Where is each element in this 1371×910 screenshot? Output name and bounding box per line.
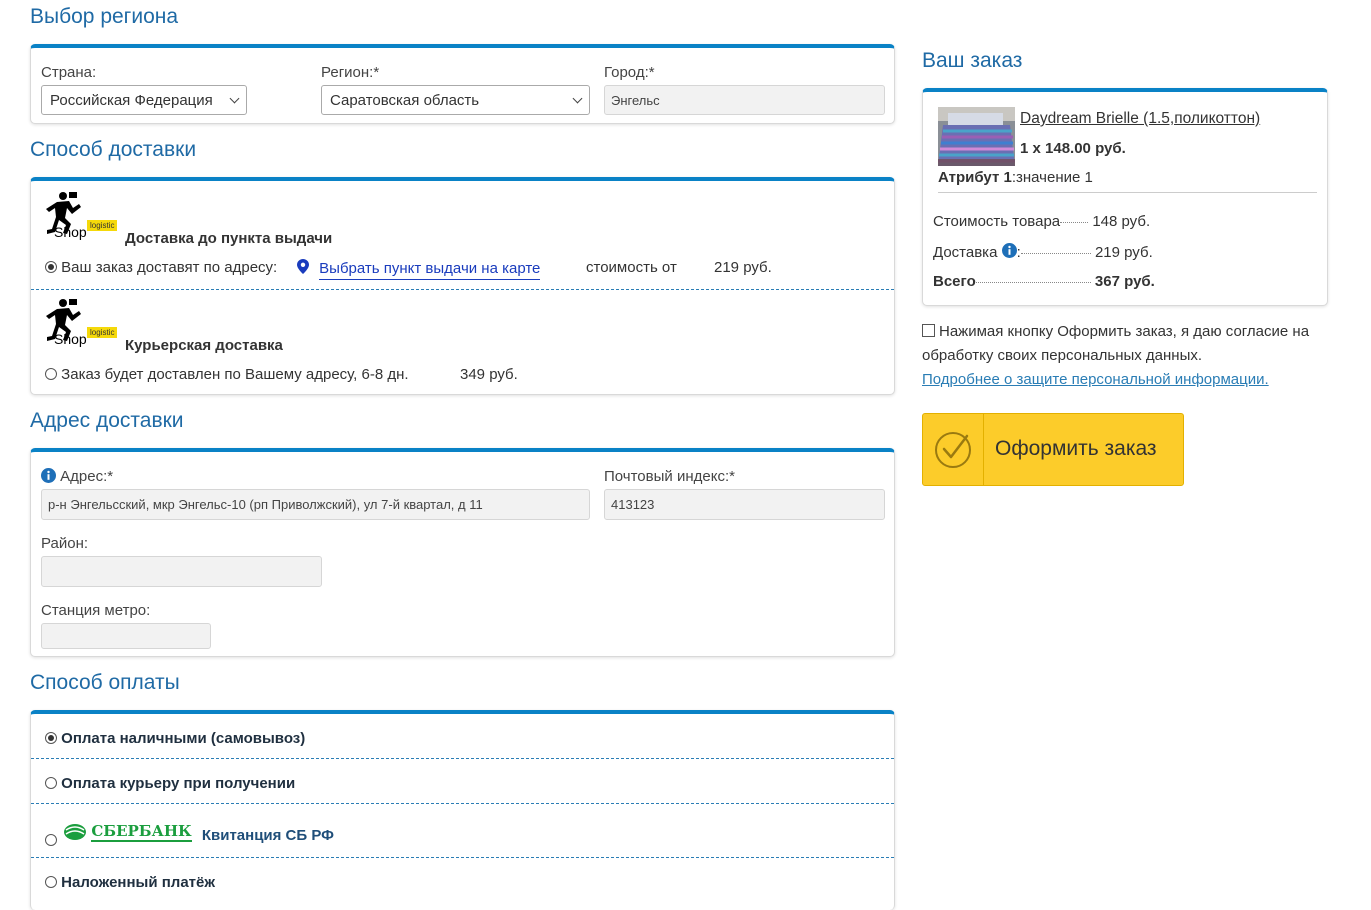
consent-checkbox[interactable]	[922, 324, 935, 337]
delivery-cost-row: Доставка : 219 руб.	[933, 243, 1153, 261]
delivery-option-name[interactable]: Доставка до пункта выдачи	[125, 230, 332, 247]
total-row: Всего 367 руб.	[933, 273, 1155, 290]
product-name-link[interactable]: Daydream Brielle (1.5,поликоттон)	[1020, 110, 1260, 128]
payment-option-label: Оплата наличными (самовывоз)	[61, 730, 306, 747]
city-field[interactable]: Энгельс	[604, 85, 885, 115]
total-value: 367 руб.	[1094, 273, 1155, 290]
radio-button[interactable]	[45, 834, 57, 846]
payment-option-cash[interactable]: Оплата наличными (самовывоз)	[45, 730, 305, 747]
attribute-value: :значение 1	[1011, 169, 1093, 186]
payment-option-label: Наложенный платёж	[61, 874, 215, 891]
shop-logistic-logo: Shop logistic	[43, 297, 123, 347]
metro-label: Станция метро:	[41, 602, 151, 619]
info-icon[interactable]	[1001, 243, 1017, 258]
metro-field[interactable]	[41, 623, 211, 649]
radio-button[interactable]	[45, 777, 57, 789]
attribute-label: Атрибут 1	[938, 169, 1012, 186]
sberbank-logo-text: СБЕРБАНК	[91, 822, 192, 842]
product-attribute: Атрибут 1:значение 1	[938, 169, 1093, 186]
chevron-down-icon	[229, 93, 240, 103]
divider	[31, 803, 894, 804]
district-field[interactable]	[41, 556, 322, 587]
payment-option-label: Квитанция СБ РФ	[201, 827, 334, 844]
address-card: Адрес:* р-н Энгельсский, мкр Энгельс-10 …	[30, 448, 895, 657]
goods-cost-value: 148 руб.	[1092, 213, 1151, 230]
checkout-icon-box	[923, 414, 984, 485]
total-label: Всего	[933, 273, 976, 290]
sberbank-logo: СБЕРБАНК	[63, 820, 192, 842]
checkout-button-label: Оформить заказ	[995, 437, 1157, 460]
region-select[interactable]: Саратовская область	[321, 85, 590, 115]
address-field[interactable]: р-н Энгельсский, мкр Энгельс-10 (рп Прив…	[41, 489, 590, 520]
info-icon[interactable]	[41, 468, 56, 483]
address-label-row: Адрес:*	[41, 468, 113, 485]
payment-option-cod[interactable]: Наложенный платёж	[45, 874, 215, 891]
cost-label: стоимость от	[586, 259, 677, 276]
country-label: Страна:	[41, 64, 97, 81]
region-section-title: Выбор региона	[30, 5, 179, 28]
delivery-cost-value: 219 руб.	[1094, 244, 1153, 261]
logo-text: Shop	[54, 331, 87, 347]
region-label: Регион:*	[321, 64, 380, 81]
divider	[31, 289, 894, 290]
delivery-option-courier[interactable]: Заказ будет доставлен по Вашему адресу, …	[45, 366, 409, 383]
payment-option-label: Оплата курьеру при получении	[61, 775, 296, 792]
delivery-option-pickup[interactable]: Ваш заказ доставят по адресу:	[45, 259, 277, 276]
logo-tag: logistic	[87, 327, 118, 338]
address-section-title: Адрес доставки	[30, 409, 184, 432]
payment-section-title: Способ оплаты	[30, 671, 180, 694]
goods-cost-label: Стоимость товара	[933, 213, 1061, 230]
courier-price: 349 руб.	[460, 366, 518, 383]
delivery-card: Shop logistic Доставка до пункта выдачи …	[30, 177, 895, 395]
pickup-map-link[interactable]: Выбрать пункт выдачи на карте	[297, 259, 541, 280]
country-select-value: Российская Федерация	[50, 91, 213, 109]
bedding-image	[938, 107, 1015, 166]
zip-field[interactable]: 413123	[604, 489, 885, 520]
divider	[31, 857, 894, 858]
logo-tag: logistic	[87, 220, 118, 231]
radio-button[interactable]	[45, 732, 57, 744]
consent-block: Нажимая кнопку Оформить заказ, я даю сог…	[922, 320, 1342, 392]
pickup-price: 219 руб.	[714, 259, 772, 276]
privacy-link[interactable]: Подробнее о защите персональной информац…	[922, 371, 1269, 388]
order-section-title: Ваш заказ	[922, 49, 1023, 72]
product-qty-price: 1 x 148.00 руб.	[1020, 140, 1126, 157]
consent-text: Нажимая кнопку Оформить заказ, я даю сог…	[922, 323, 1310, 364]
map-pin-icon	[297, 259, 309, 274]
check-circle-icon	[935, 432, 971, 468]
summary-divider	[938, 192, 1317, 193]
delivery-cost-label: Доставка	[933, 244, 998, 261]
shop-logistic-logo: Shop logistic	[43, 190, 123, 240]
delivery-section-title: Способ доставки	[30, 138, 197, 161]
payment-card: Оплата наличными (самовывоз) Оплата курь…	[30, 710, 895, 910]
sberbank-leaf-icon	[64, 824, 87, 840]
product-thumbnail[interactable]	[938, 107, 1015, 166]
region-card: Страна: Российская Федерация Регион:* Са…	[30, 44, 895, 124]
logo-text: Shop	[54, 224, 87, 240]
city-label: Город:*	[604, 64, 655, 81]
goods-cost-row: Стоимость товара 148 руб.	[933, 213, 1150, 230]
order-card: Daydream Brielle (1.5,поликоттон) 1 x 14…	[922, 88, 1328, 306]
checkout-button[interactable]: Оформить заказ	[922, 413, 1184, 486]
radio-button[interactable]	[45, 368, 57, 380]
delivery-desc: Заказ будет доставлен по Вашему адресу, …	[61, 366, 409, 383]
chevron-down-icon	[572, 93, 583, 103]
divider	[31, 758, 894, 759]
country-select[interactable]: Российская Федерация	[41, 85, 247, 115]
payment-option-courier[interactable]: Оплата курьеру при получении	[45, 775, 295, 792]
payment-option-sberbank[interactable]: СБЕРБАНК Квитанция СБ РФ	[45, 820, 334, 846]
region-select-value: Саратовская область	[330, 91, 480, 109]
radio-button[interactable]	[45, 261, 57, 273]
address-label: Адрес:*	[60, 468, 114, 485]
district-label: Район:	[41, 535, 89, 552]
zip-label: Почтовый индекс:*	[604, 468, 735, 485]
delivery-desc: Ваш заказ доставят по адресу:	[61, 259, 278, 276]
radio-button[interactable]	[45, 876, 57, 888]
pickup-link-text[interactable]: Выбрать пункт выдачи на карте	[319, 260, 541, 280]
delivery-option-name[interactable]: Курьерская доставка	[125, 337, 283, 354]
